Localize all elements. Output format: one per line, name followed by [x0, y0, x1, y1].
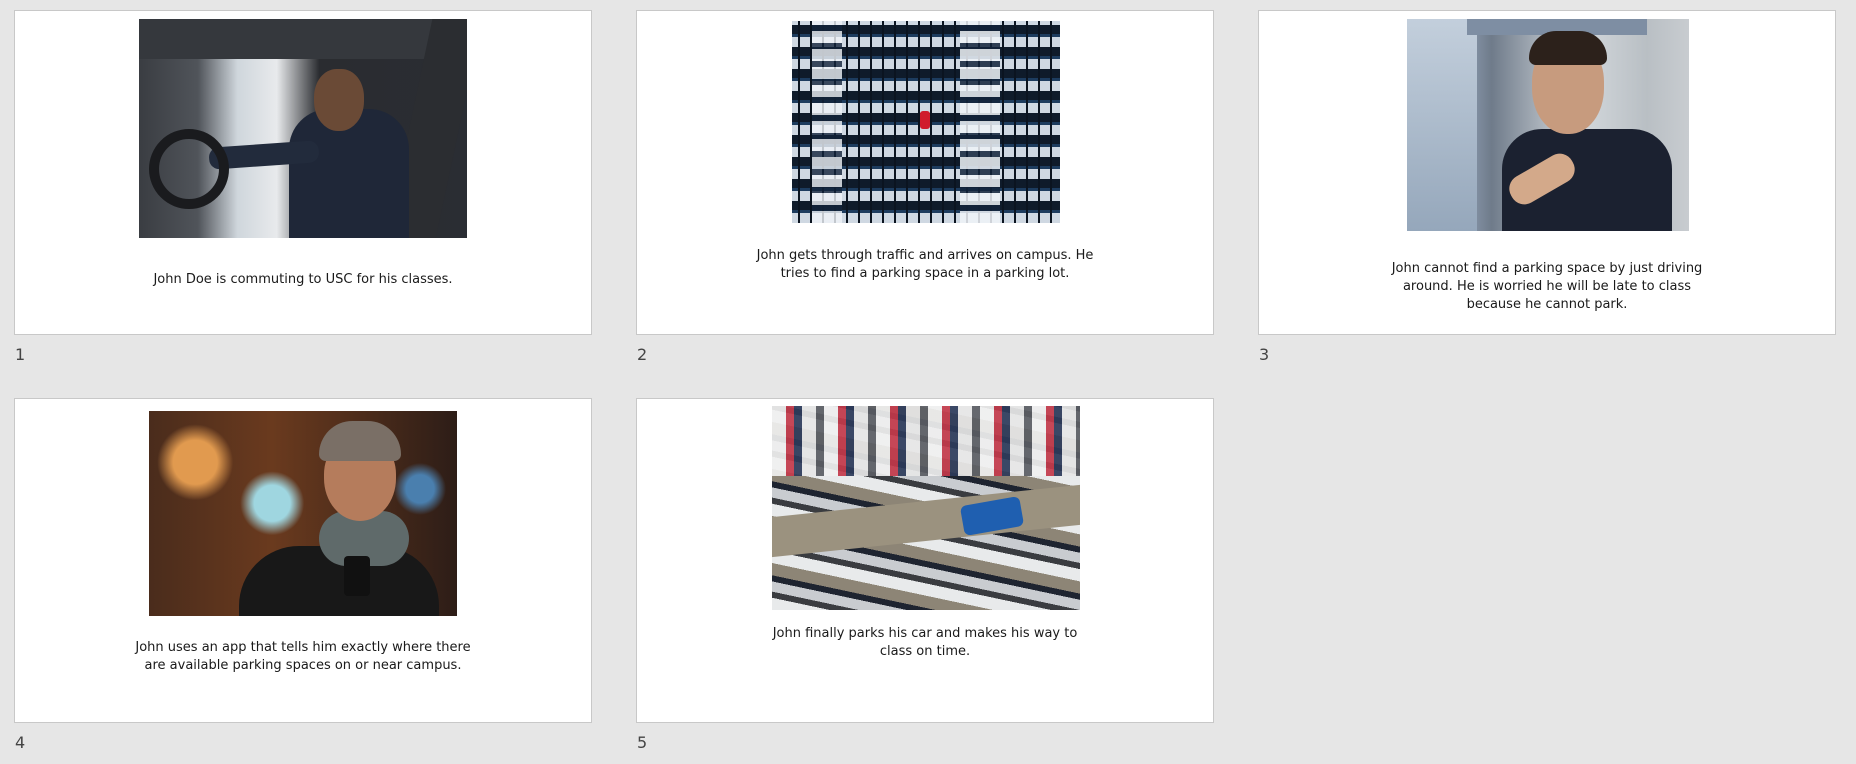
slide-number: 4 — [15, 733, 26, 752]
slide-thumbnail-1[interactable]: John Doe is commuting to USC for his cla… — [14, 10, 592, 335]
frustrated-driver-photo — [1407, 19, 1689, 231]
slide-number: 1 — [15, 345, 26, 364]
slide-thumbnail-4[interactable]: John uses an app that tells him exactly … — [14, 398, 592, 723]
man-driving-car-photo — [139, 19, 467, 238]
slide-number: 3 — [1259, 345, 1270, 364]
crowded-parking-lot-photo — [772, 406, 1080, 610]
slide-caption: John uses an app that tells him exactly … — [135, 640, 471, 673]
slide-thumbnail-3[interactable]: John cannot find a parking space by just… — [1258, 10, 1836, 335]
slide-caption: John cannot find a parking space by just… — [1391, 261, 1703, 312]
slide-caption: John gets through traffic and arrives on… — [756, 248, 1094, 281]
slide-thumbnail-5[interactable]: John finally parks his car and makes his… — [636, 398, 1214, 723]
slide-caption: John Doe is commuting to USC for his cla… — [153, 272, 453, 287]
slide-number: 2 — [637, 345, 648, 364]
man-smiling-at-phone-photo — [149, 411, 457, 616]
slide-number: 5 — [637, 733, 648, 752]
slide-thumbnail-2[interactable]: John gets through traffic and arrives on… — [636, 10, 1214, 335]
slide-caption: John finally parks his car and makes his… — [772, 626, 1078, 659]
aerial-parking-lot-photo — [792, 21, 1060, 223]
